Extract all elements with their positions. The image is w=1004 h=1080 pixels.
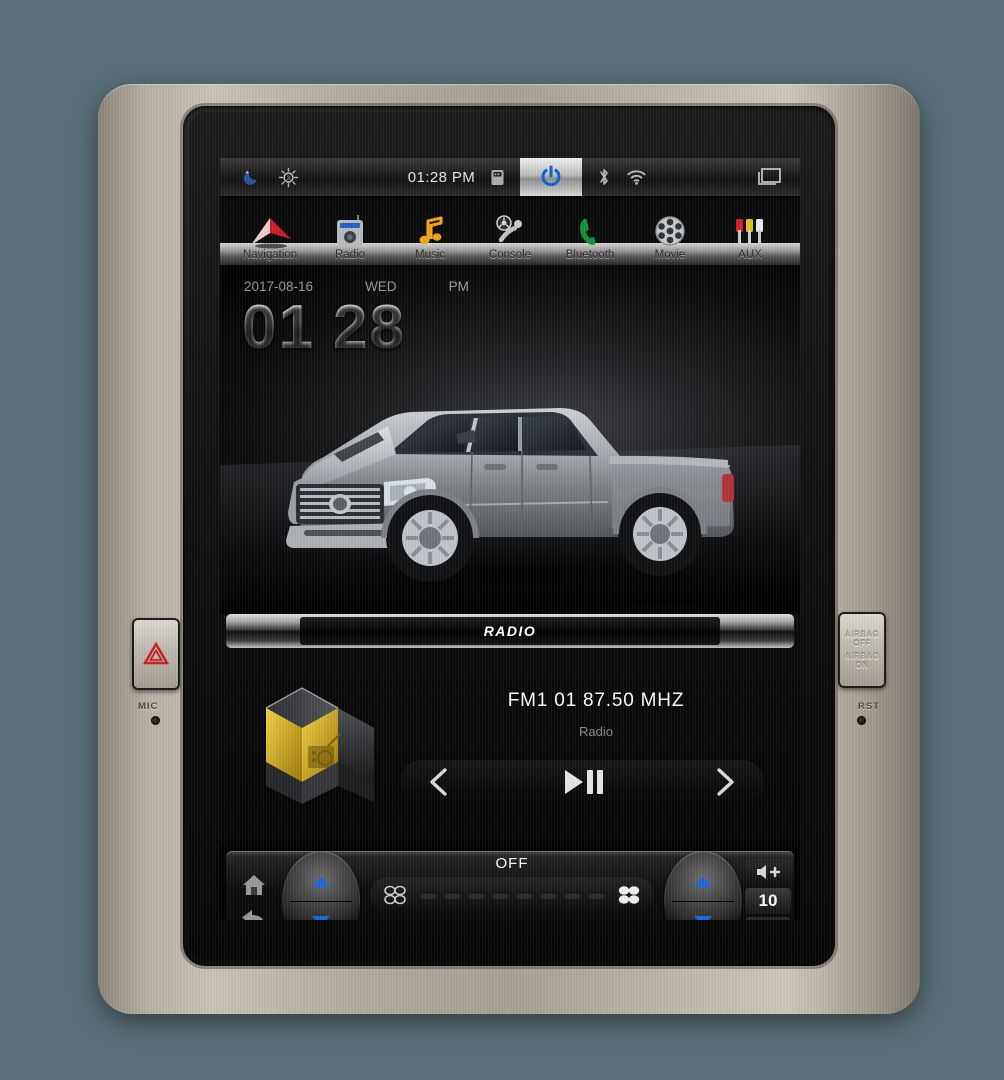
home-hero: 2017-08-16 WED PM 01 28 — [220, 265, 800, 610]
app-console[interactable]: Console — [474, 209, 546, 265]
power-button[interactable] — [520, 158, 583, 196]
fan-level-segments[interactable] — [408, 891, 616, 899]
rst-label: RST — [858, 701, 880, 712]
fan-solid-icon[interactable] — [616, 883, 642, 907]
navigation-arrow-icon — [245, 209, 295, 249]
fan-segment[interactable] — [587, 891, 605, 899]
volume-down-button[interactable] — [745, 917, 791, 920]
fan-segment[interactable] — [419, 891, 437, 899]
clock-hour: 01 — [242, 293, 315, 362]
date-value: 2017-08-16 — [244, 279, 314, 294]
app-dock: Navigation Radio Music Console Bluetooth… — [220, 197, 800, 265]
back-arrow-icon[interactable] — [240, 907, 268, 920]
previous-button[interactable] — [426, 767, 452, 797]
airbag-on-label: AIRBAG ON — [844, 652, 880, 671]
play-pause-icon — [565, 770, 603, 794]
now-playing-title: RADIO — [483, 623, 537, 639]
next-button[interactable] — [712, 767, 738, 797]
app-label: Movie — [654, 249, 686, 261]
console-steering-icon — [491, 209, 529, 249]
right-temp-up-icon[interactable] — [694, 876, 712, 887]
mic-hole — [151, 716, 160, 725]
volume-value: 10 — [745, 888, 791, 914]
weekday-value: WED — [365, 279, 397, 294]
radio-icon — [332, 209, 368, 249]
reset-hole — [857, 716, 866, 725]
fan-segment[interactable] — [491, 891, 509, 899]
fan-segment[interactable] — [443, 891, 461, 899]
now-playing-panel: RADIO FM1 01 87.50 MHZ Radio — [220, 614, 800, 847]
radio-cube-icon — [265, 687, 374, 804]
climate-status: OFF — [495, 855, 529, 872]
airbag-indicator-button[interactable]: AIRBAG OFF AIRBAG ON — [838, 612, 886, 688]
fan-segment[interactable] — [539, 891, 557, 899]
vehicle-illustration — [286, 408, 734, 600]
left-temperature-knob[interactable] — [282, 851, 360, 920]
left-temp-down-icon[interactable] — [312, 915, 330, 920]
usb-storage-icon[interactable] — [489, 168, 506, 187]
app-label: Navigation — [242, 249, 298, 261]
sun-brightness-icon[interactable]: 3 — [278, 167, 299, 188]
multi-window-icon[interactable] — [756, 167, 782, 187]
power-icon — [541, 165, 561, 187]
status-bar: 3 01:28 PM — [220, 158, 800, 197]
hazard-button[interactable] — [132, 618, 180, 690]
app-navigation[interactable]: Navigation — [234, 209, 306, 265]
date-strip: 2017-08-16 WED PM — [244, 279, 469, 294]
radio-station-readout: FM1 01 87.50 MHZ — [507, 690, 685, 711]
fan-segment[interactable] — [467, 891, 485, 899]
fan-segment[interactable] — [515, 891, 533, 899]
clock-minute: 28 — [332, 293, 406, 362]
volume-up-button[interactable] — [745, 859, 791, 885]
app-label: AUX — [738, 249, 762, 261]
previous-chevron-icon — [430, 768, 447, 796]
app-label: Music — [414, 249, 446, 261]
head-unit-chassis: MIC AIRBAG OFF AIRBAG ON RST 3 01:28 PM … — [98, 84, 920, 1014]
app-label: Bluetooth — [565, 249, 615, 261]
app-aux[interactable]: AUX — [714, 209, 786, 265]
climate-center: OFF — [360, 851, 664, 920]
infotainment-screen: 3 01:28 PM Navigation Radio Music Consol… — [220, 158, 800, 920]
app-radio[interactable]: Radio — [314, 209, 386, 265]
bluetooth-icon[interactable] — [596, 167, 612, 187]
bluetooth-phone-icon — [573, 209, 607, 249]
app-label: Radio — [334, 249, 366, 261]
app-label: Console — [488, 249, 532, 261]
home-icon[interactable] — [241, 873, 267, 897]
fan-segment[interactable] — [563, 891, 581, 899]
music-note-icon — [412, 209, 448, 249]
moon-icon[interactable] — [242, 167, 262, 187]
play-pause-button[interactable] — [559, 767, 605, 797]
big-clock: 01 28 — [242, 297, 406, 359]
meridiem-value: PM — [448, 279, 469, 294]
wifi-icon[interactable] — [626, 168, 647, 186]
fan-level-row — [370, 877, 654, 913]
climate-control-bar: OFF 10 — [226, 851, 794, 920]
hazard-triangle-icon — [143, 642, 169, 665]
volume-up-icon — [757, 865, 781, 879]
status-clock: 01:28 PM — [407, 168, 476, 186]
volume-group: 10 — [742, 851, 794, 920]
app-movie[interactable]: Movie — [634, 209, 706, 265]
app-music[interactable]: Music — [394, 209, 466, 265]
mic-label: MIC — [138, 701, 159, 712]
svg-text:3: 3 — [287, 174, 291, 181]
left-temp-up-icon[interactable] — [312, 876, 330, 887]
rca-plugs-icon — [730, 209, 770, 249]
radio-source-label: Radio — [579, 724, 613, 739]
fan-outline-icon[interactable] — [382, 883, 408, 907]
right-temperature-knob[interactable] — [664, 851, 742, 920]
next-chevron-icon — [717, 768, 734, 796]
film-reel-icon — [652, 209, 688, 249]
app-bluetooth[interactable]: Bluetooth — [554, 209, 626, 265]
now-playing-header: RADIO — [226, 614, 794, 648]
transport-controls — [400, 760, 764, 804]
airbag-off-label: AIRBAG OFF — [844, 629, 880, 648]
right-temp-down-icon[interactable] — [694, 915, 712, 920]
nav-buttons-group — [226, 851, 282, 920]
